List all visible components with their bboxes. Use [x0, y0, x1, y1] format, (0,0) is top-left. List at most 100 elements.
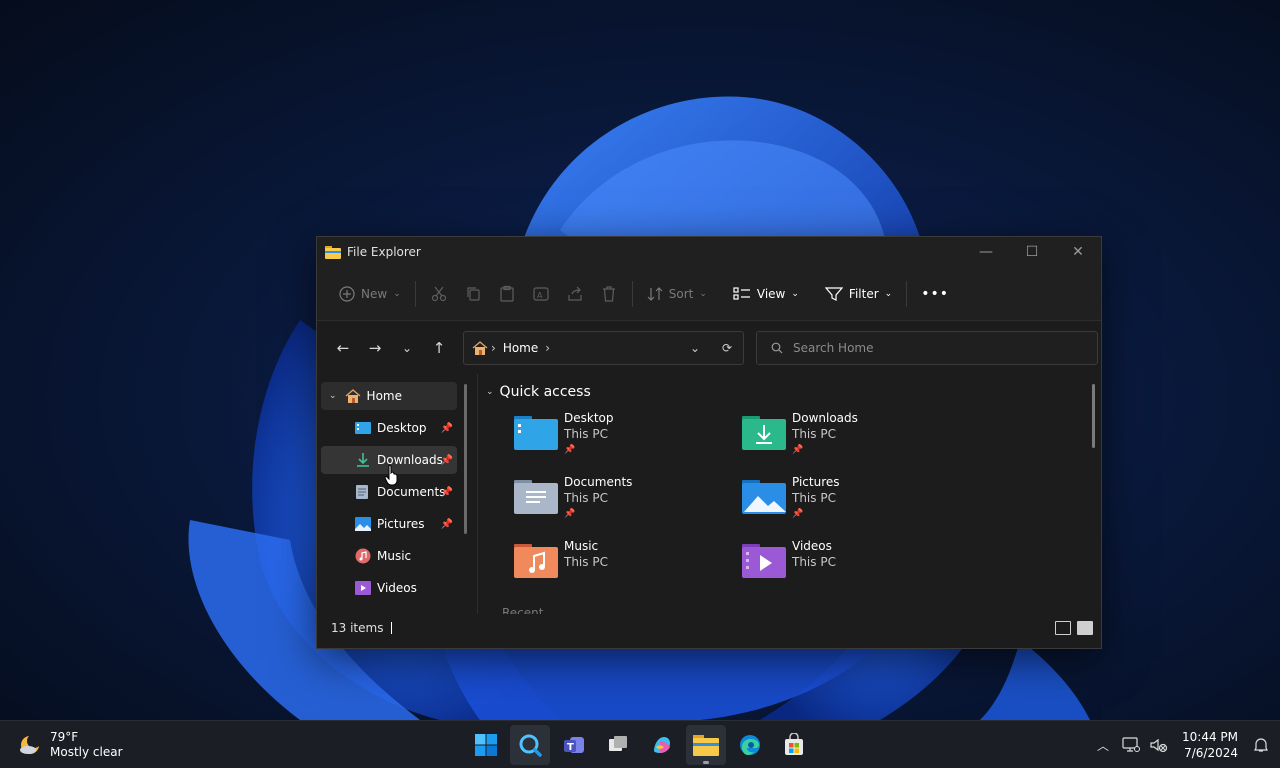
copy-button[interactable]	[456, 278, 490, 310]
file-explorer-window: File Explorer — ☐ ✕ New ⌄ A Sort ⌄ View …	[316, 236, 1102, 649]
edge-taskbar-button[interactable]	[730, 725, 770, 765]
start-button[interactable]	[466, 725, 506, 765]
quick-access-item-music[interactable]: Music This PC	[514, 538, 742, 594]
filter-icon	[824, 286, 843, 301]
copilot-taskbar-button[interactable]	[642, 725, 682, 765]
sidebar-item-videos[interactable]: Videos	[321, 574, 457, 602]
quick-access-item-downloads[interactable]: Downloads This PC 📌	[742, 410, 970, 466]
search-taskbar-button[interactable]	[510, 725, 550, 765]
chevron-down-icon[interactable]: ⌄	[329, 391, 337, 401]
weather-widget[interactable]: 79°F Mostly clear	[0, 730, 200, 760]
music-folder-icon	[514, 544, 558, 578]
cut-button[interactable]	[422, 278, 456, 310]
file-explorer-taskbar-button[interactable]	[686, 725, 726, 765]
navigation-row: ← → ⌄ ↑ › Home › ⌄ ⟳	[317, 321, 1101, 374]
weather-temp: 79°F	[50, 729, 79, 744]
address-dropdown-icon[interactable]: ⌄	[679, 332, 711, 364]
maximize-button[interactable]: ☐	[1009, 237, 1055, 267]
sidebar-item-home[interactable]: ⌄ Home	[321, 382, 457, 410]
sidebar-scrollbar[interactable]	[464, 384, 467, 534]
item-count: 13 items	[331, 621, 384, 635]
view-button[interactable]: View ⌄	[725, 278, 807, 310]
address-bar[interactable]: › Home › ⌄ ⟳	[463, 330, 744, 365]
pin-icon[interactable]: 📌	[441, 423, 453, 434]
back-button[interactable]: ←	[327, 332, 359, 364]
more-options-button[interactable]: •••	[913, 278, 957, 310]
tiles-view-icon[interactable]	[1077, 621, 1093, 635]
svg-text:A: A	[537, 291, 543, 300]
content-scrollbar[interactable]	[1092, 384, 1095, 448]
up-button[interactable]: ↑	[423, 332, 455, 364]
sidebar-item-label: Desktop	[377, 421, 427, 435]
paste-button[interactable]	[490, 278, 524, 310]
sidebar-item-label: Documents	[377, 485, 446, 499]
quick-access-item-desktop[interactable]: Desktop This PC 📌	[514, 410, 742, 466]
quick-access-header[interactable]: ⌄ Quick access	[484, 374, 1101, 410]
quick-access-item-pictures[interactable]: Pictures This PC 📌	[742, 474, 970, 530]
breadcrumb-separator-icon: ›	[545, 340, 551, 355]
quick-access-item-videos[interactable]: Videos This PC	[742, 538, 970, 594]
delete-button[interactable]	[592, 278, 626, 310]
sidebar-item-music[interactable]: Music	[321, 542, 457, 570]
task-view-button[interactable]	[598, 725, 638, 765]
sort-label: Sort	[668, 286, 694, 301]
home-icon	[472, 340, 488, 355]
videos-folder-icon	[742, 544, 786, 578]
recent-locations-button[interactable]: ⌄	[391, 332, 423, 364]
sidebar-item-pictures[interactable]: Pictures 📌	[321, 510, 457, 538]
layout-toggle	[1055, 621, 1093, 635]
pin-icon[interactable]: 📌	[441, 519, 453, 530]
desktop-icon	[355, 420, 371, 436]
teams-taskbar-button[interactable]: T	[554, 725, 594, 765]
sort-button[interactable]: Sort ⌄	[639, 278, 715, 310]
network-icon[interactable]	[1122, 736, 1140, 754]
store-icon	[785, 733, 803, 755]
system-tray: ︿ 10:44 PM 7/6/2024	[1094, 721, 1270, 768]
download-icon	[355, 452, 371, 468]
clock-date: 7/6/2024	[1184, 746, 1238, 760]
filter-button[interactable]: Filter ⌄	[817, 278, 900, 310]
sidebar-item-desktop[interactable]: Desktop 📌	[321, 414, 457, 442]
documents-folder-icon	[514, 480, 558, 514]
volume-muted-icon[interactable]	[1150, 736, 1168, 754]
toolbar-divider	[906, 280, 908, 307]
rename-button[interactable]: A	[524, 278, 558, 310]
search-input[interactable]	[793, 340, 1073, 355]
copilot-icon	[654, 737, 670, 753]
tile-location: This PC	[792, 491, 836, 505]
store-taskbar-button[interactable]	[774, 725, 814, 765]
breadcrumb-home[interactable]: Home	[503, 341, 538, 355]
quick-access-item-documents[interactable]: Documents This PC 📌	[514, 474, 742, 530]
chevron-up-icon[interactable]: ︿	[1094, 736, 1112, 754]
clipboard-icon	[500, 285, 514, 302]
forward-button[interactable]: →	[359, 332, 391, 364]
refresh-icon[interactable]: ⟳	[711, 332, 743, 364]
new-label: New	[361, 286, 388, 301]
chevron-down-icon[interactable]: ⌄	[486, 387, 494, 397]
running-indicator	[703, 761, 709, 764]
minimize-button[interactable]: —	[963, 237, 1009, 267]
tile-location: This PC	[564, 555, 608, 569]
pin-icon[interactable]: 📌	[441, 487, 453, 498]
pin-icon: 📌	[564, 445, 576, 455]
search-box[interactable]	[756, 330, 1098, 365]
clock[interactable]: 10:44 PM 7/6/2024	[1182, 729, 1238, 761]
pin-icon: 📌	[792, 509, 804, 519]
file-explorer-icon	[693, 735, 719, 756]
close-button[interactable]: ✕	[1055, 237, 1101, 267]
new-button[interactable]: New ⌄	[331, 278, 409, 310]
title-bar[interactable]: File Explorer — ☐ ✕	[317, 237, 1101, 267]
edge-icon	[740, 735, 760, 755]
picture-icon	[355, 516, 371, 532]
pin-icon[interactable]: 📌	[441, 455, 453, 466]
task-view-icon	[609, 736, 627, 751]
notifications-icon[interactable]	[1252, 736, 1270, 754]
details-view-icon[interactable]	[1055, 621, 1071, 635]
window-title: File Explorer	[347, 245, 421, 259]
scissors-icon	[431, 286, 446, 301]
navigation-pane: ⌄ Home Desktop 📌 Downloads 📌 Documents 📌…	[317, 374, 477, 614]
share-button[interactable]	[558, 278, 592, 310]
view-label: View	[756, 286, 786, 301]
sidebar-item-label: Pictures	[377, 517, 425, 531]
chevron-down-icon: ⌄	[884, 288, 893, 299]
